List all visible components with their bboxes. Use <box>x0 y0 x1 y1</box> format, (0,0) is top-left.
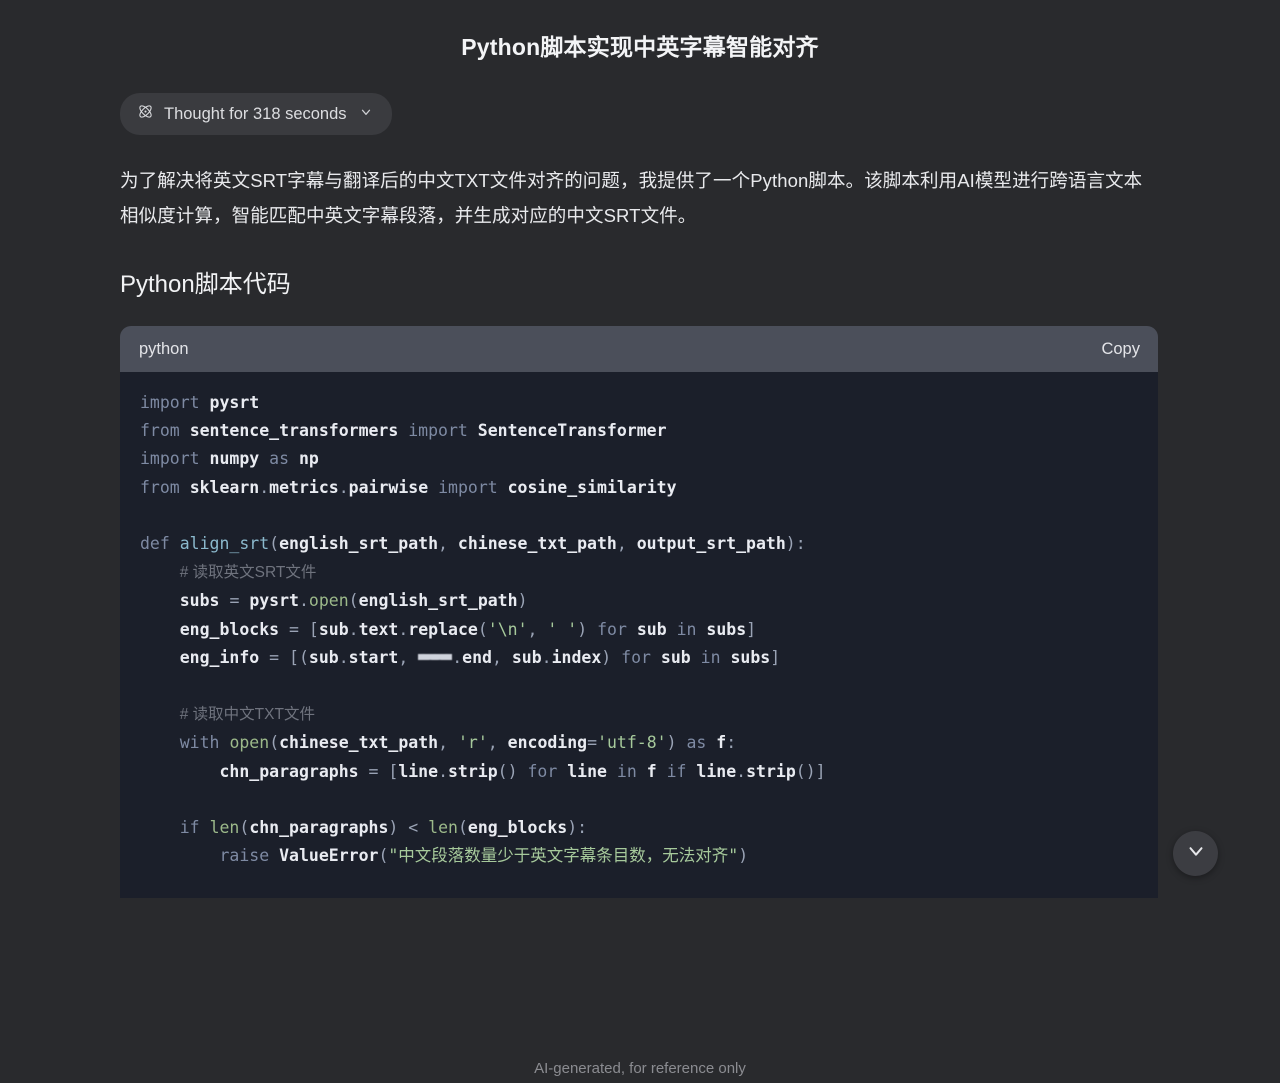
redacted-token <box>418 651 453 661</box>
assistant-paragraph: 为了解决将英文SRT字幕与翻译后的中文TXT文件对齐的问题，我提供了一个Pyth… <box>120 170 1143 226</box>
ai-disclaimer: AI-generated, for reference only <box>534 1060 746 1077</box>
chevron-down-icon <box>1185 840 1207 867</box>
section-heading: Python脚本代码 <box>120 271 291 298</box>
deepseek-chat-app: Python脚本实现中英字幕智能对齐 Thought for 318 secon… <box>0 0 1280 1083</box>
page-title: Python脚本实现中英字幕智能对齐 <box>461 34 819 60</box>
chevron-down-icon <box>359 105 373 124</box>
code-block: python Copy import pysrt from sentence_t… <box>120 326 1158 898</box>
code-block-body[interactable]: import pysrt from sentence_transformers … <box>120 372 1158 898</box>
thought-row: Thought for 318 seconds <box>120 93 1160 135</box>
deepthink-atom-icon <box>137 103 154 125</box>
code-language-label: python <box>139 339 189 358</box>
code-content: import pysrt from sentence_transformers … <box>140 393 826 866</box>
conversation-scroll-area[interactable]: Python脚本实现中英字幕智能对齐 Thought for 318 secon… <box>0 0 1280 898</box>
scroll-to-bottom-button[interactable] <box>1173 831 1218 876</box>
thought-summary-button[interactable]: Thought for 318 seconds <box>120 93 392 135</box>
copy-code-button[interactable]: Copy <box>1101 340 1140 359</box>
thought-label: Thought for 318 seconds <box>164 105 347 123</box>
code-block-header: python Copy <box>120 326 1158 372</box>
